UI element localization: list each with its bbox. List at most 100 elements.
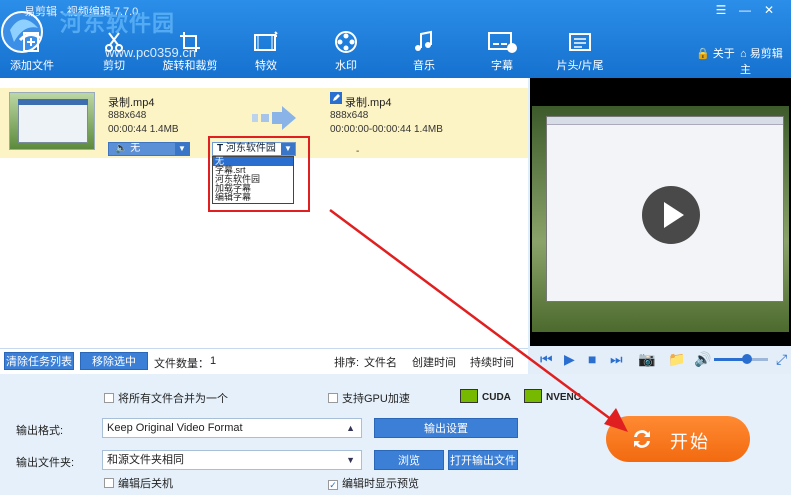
next-icon[interactable]: ⏭ — [610, 351, 623, 368]
toolbar-rotate-crop[interactable]: 旋转和裁剪 — [158, 30, 222, 76]
sort-label: 排序: — [334, 357, 360, 369]
home-icon: ⌂ — [740, 48, 747, 60]
browse-button[interactable]: 浏览 — [374, 450, 444, 470]
big-play-icon[interactable] — [642, 186, 700, 244]
toolbar-label: 剪切 — [103, 60, 125, 72]
output-settings-button[interactable]: 输出设置 — [374, 418, 518, 438]
nvenc-label: NVENC — [546, 392, 582, 403]
minimize-icon[interactable]: — — [736, 2, 754, 18]
preview-label: 编辑时显示预览 — [342, 478, 419, 490]
audio-track-dropdown[interactable]: 🔈 无 ▼ — [108, 142, 190, 156]
output-dash: - — [356, 146, 360, 157]
toolbar-effects[interactable]: 特效 — [234, 30, 298, 76]
lock-icon: 🔒 — [696, 48, 710, 60]
subtitle-icon — [488, 32, 517, 53]
titles-icon — [569, 33, 591, 51]
toolbar-label: 片头/片尾 — [556, 60, 604, 72]
film-reel-icon — [335, 31, 357, 53]
output-format-value: Keep Original Video Format — [107, 422, 243, 434]
speaker-icon: 🔈 — [115, 143, 128, 154]
task-toolbar: 清除任务列表 移除选中 文件数量： 1 排序: 文件名 创建时间 持续时间 — [0, 348, 528, 374]
open-folder-button[interactable]: 打开输出文件 — [448, 450, 518, 470]
top-toolbar: 易剪辑 - 视频编辑 7.7.0 河东软件园 www.pc0359.cn ☰ —… — [0, 0, 791, 78]
toolbar-label: 添加文件 — [10, 60, 54, 72]
toolbar-label: 音乐 — [413, 60, 435, 72]
merge-label: 将所有文件合并为一个 — [118, 393, 228, 405]
cuda-label: CUDA — [482, 392, 511, 403]
checkbox-box — [104, 478, 114, 488]
remove-selected-button[interactable]: 移除选中 — [80, 352, 148, 370]
volume-icon[interactable]: 🔊 — [694, 351, 711, 368]
toolbar-cut[interactable]: 剪切 — [82, 30, 146, 76]
camera-icon[interactable]: 📷 — [638, 351, 655, 368]
file-count-label: 文件数量： — [154, 358, 209, 370]
play-icon[interactable]: ▶ — [564, 351, 575, 368]
merge-files-checkbox[interactable]: 将所有文件合并为一个 — [104, 390, 228, 406]
home-label: 易剪辑主 — [740, 48, 783, 76]
output-resolution: 888x648 — [330, 110, 369, 121]
output-format-label: 输出格式: — [16, 425, 64, 437]
volume-knob[interactable] — [742, 354, 753, 364]
toolbar-watermark[interactable]: 水印 — [314, 30, 378, 76]
audio-value: 无 — [130, 143, 141, 154]
shutdown-label: 编辑后关机 — [118, 478, 173, 490]
about-link[interactable]: 🔒 关于 — [696, 45, 735, 61]
shutdown-after-checkbox[interactable]: 编辑后关机 — [104, 475, 173, 491]
toolbar-music[interactable]: 音乐 — [392, 30, 456, 76]
toolbar-label: 特效 — [255, 60, 277, 72]
close-icon[interactable]: ✕ — [760, 2, 778, 18]
gpu-accel-checkbox[interactable]: 支持GPU加速 — [328, 390, 410, 406]
checkbox-box — [104, 393, 114, 403]
player-controls: ⏮ ▶ ■ ⏭ 📷 📁 🔊 ⤢ — [530, 346, 791, 374]
file-count-value: 1 — [210, 355, 217, 367]
checkbox-box — [328, 393, 338, 403]
stop-icon[interactable]: ■ — [588, 351, 596, 367]
chevron-up-icon: ▲ — [346, 423, 355, 433]
start-label: 开始 — [670, 432, 710, 452]
video-thumbnail — [9, 92, 95, 150]
chevron-down-icon: ▼ — [175, 143, 189, 155]
refresh-icon — [634, 430, 650, 448]
video-preview — [530, 78, 791, 374]
sort-by-duration[interactable]: 持续时间 — [470, 354, 514, 370]
about-label: 关于 — [712, 48, 735, 60]
chevron-down-icon: ▼ — [346, 455, 355, 465]
output-folder-label: 输出文件夹: — [16, 457, 75, 469]
show-preview-checkbox[interactable]: ✓ 编辑时显示预览 — [328, 475, 419, 491]
checkbox-box: ✓ — [328, 480, 338, 490]
toolbar-label: 字幕 — [491, 60, 513, 72]
fullscreen-icon[interactable]: ⤢ — [776, 351, 787, 368]
sort-by-name[interactable]: 文件名 — [364, 354, 397, 370]
cuda-badge: CUDA — [460, 389, 511, 405]
toolbar-add-file[interactable]: 添加文件 — [0, 30, 64, 76]
thumbnail-bar — [18, 99, 88, 105]
previous-icon[interactable]: ⏮ — [540, 351, 553, 368]
output-folder-select[interactable]: 和源文件夹相同 ▼ — [102, 450, 362, 470]
scissors-icon — [105, 32, 123, 52]
film-effects-icon — [254, 31, 278, 51]
sort-by-created[interactable]: 创建时间 — [412, 354, 456, 370]
thumbnail-window — [18, 99, 88, 143]
nvidia-icon — [460, 389, 478, 403]
output-filename: 录制.mp4 — [345, 97, 392, 109]
folder-icon[interactable]: 📁 — [668, 351, 685, 368]
edit-output-icon[interactable] — [330, 92, 342, 107]
convert-arrow-icon — [252, 106, 296, 130]
start-button[interactable]: 开始 — [606, 416, 750, 462]
toolbar-subtitle[interactable]: 字幕 — [470, 30, 534, 76]
toolbar-label: 水印 — [335, 60, 357, 72]
output-folder-value: 和源文件夹相同 — [107, 454, 184, 466]
menu-icon[interactable]: ☰ — [712, 2, 730, 18]
highlight-box — [208, 136, 310, 212]
music-note-icon — [415, 30, 432, 51]
source-resolution: 888x648 — [108, 110, 147, 121]
volume-slider[interactable] — [714, 354, 768, 364]
clear-tasks-button[interactable]: 清除任务列表 — [4, 352, 74, 370]
home-link[interactable]: ⌂ 易剪辑主 — [740, 45, 791, 77]
crop-icon — [180, 32, 200, 52]
toolbar-titles[interactable]: 片头/片尾 — [548, 30, 612, 76]
add-file-icon — [23, 32, 39, 52]
output-format-select[interactable]: Keep Original Video Format ▲ — [102, 418, 362, 438]
nvenc-badge: NVENC — [524, 389, 581, 405]
nvidia-icon — [524, 389, 542, 403]
